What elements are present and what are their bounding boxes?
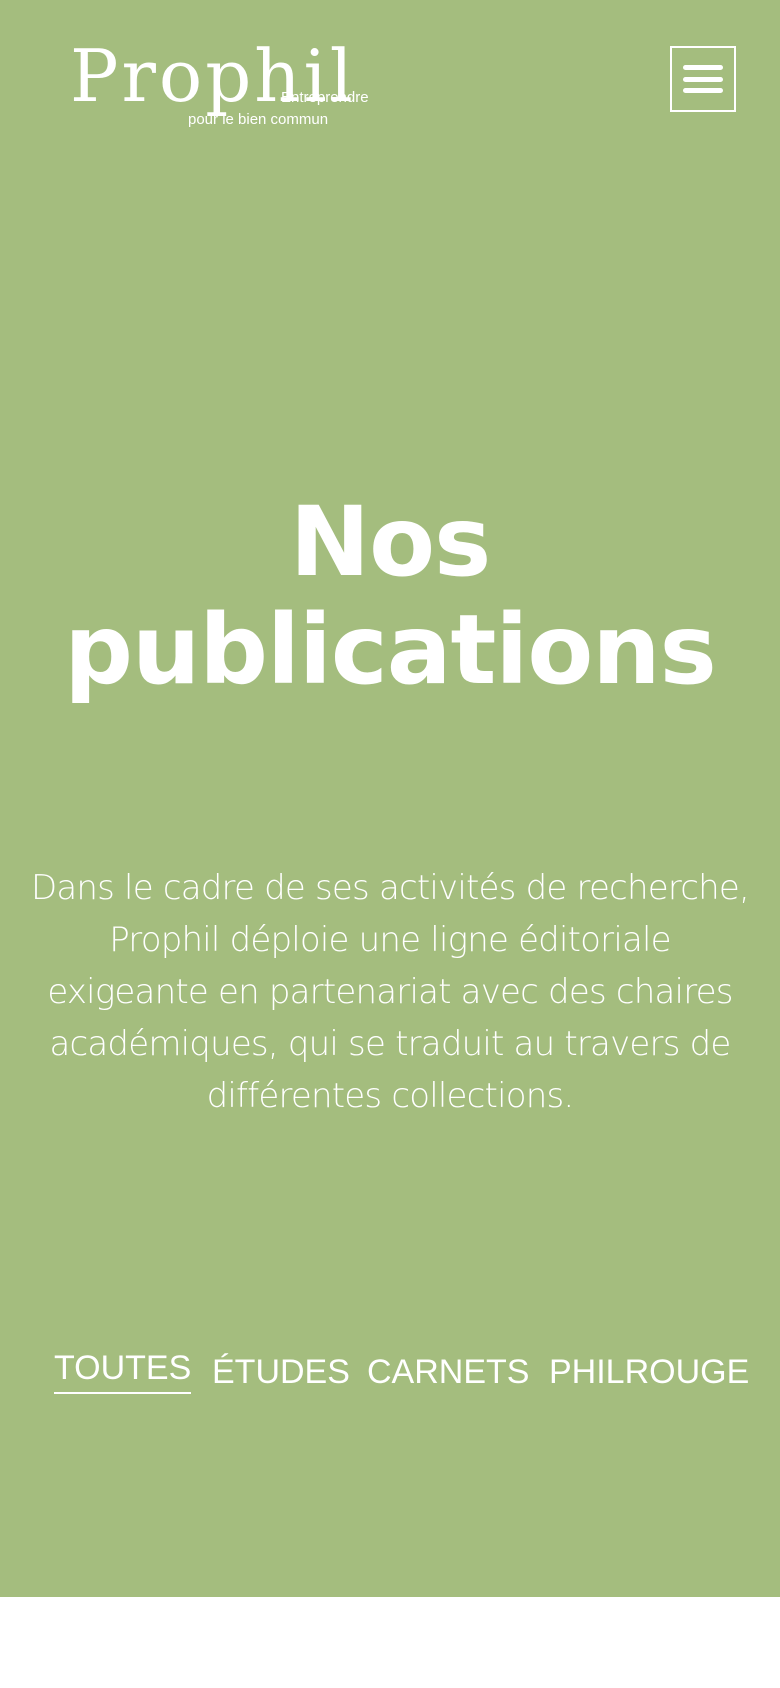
tab-carnets[interactable]: CARNETS (367, 1350, 529, 1394)
publication-filter-tabs: TOUTES ÉTUDES CARNETS PHILROUGE (0, 1349, 780, 1410)
page-title: Nos publications (0, 488, 780, 704)
logo-tagline-line-2: pour le bien commun (188, 111, 329, 128)
page-title-line-1: Nos (289, 486, 491, 598)
hamburger-menu-icon (683, 65, 723, 93)
tab-toutes[interactable]: TOUTES (54, 1346, 192, 1394)
page-title-line-2: publications (64, 594, 717, 706)
logo-tagline-line-1: Entreprendre (281, 89, 369, 106)
site-logo[interactable]: Prophil Entreprendre pour le bien commun (70, 40, 390, 136)
menu-button[interactable] (670, 46, 736, 112)
intro-text: Dans le cadre de ses activités de recher… (30, 868, 750, 1116)
hero-section: Prophil Entreprendre pour le bien commun… (0, 0, 780, 1597)
tab-etudes[interactable]: ÉTUDES (212, 1350, 350, 1394)
tab-philrouge[interactable]: PHILROUGE (549, 1350, 749, 1394)
